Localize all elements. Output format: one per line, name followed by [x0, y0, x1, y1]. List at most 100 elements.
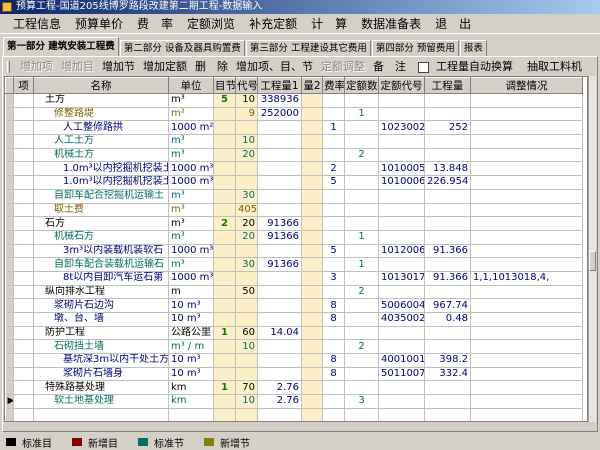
cell-mujie[interactable] [213, 367, 236, 382]
cell-qty[interactable]: 91.366 [424, 271, 471, 286]
cell-item[interactable] [13, 353, 34, 368]
cell-quota-count[interactable]: 2 [344, 285, 379, 300]
tab-1[interactable]: 第二部分 设备及器具购置费 [119, 40, 245, 56]
cell-code[interactable] [235, 353, 258, 368]
cell-code[interactable] [235, 271, 258, 286]
cell-qty[interactable] [424, 216, 471, 231]
menu-item-2[interactable]: 费 率 [130, 15, 180, 33]
cell-rate[interactable]: 5 [322, 244, 345, 259]
column-header-7[interactable]: 费率 [322, 77, 345, 94]
menu-item-3[interactable]: 定额浏览 [180, 15, 242, 33]
cell-item[interactable] [13, 244, 34, 259]
cell-qty2[interactable] [301, 394, 323, 409]
cell-quota-code[interactable] [378, 230, 425, 245]
cell-mujie[interactable] [213, 107, 236, 122]
cell-qty1[interactable] [257, 161, 302, 177]
cell-adjust[interactable] [470, 120, 583, 136]
cell-rate[interactable] [322, 216, 345, 231]
cell-rate[interactable] [322, 134, 345, 149]
cell-qty[interactable] [424, 339, 471, 355]
cell-qty2[interactable] [301, 271, 323, 286]
cell-qty1[interactable] [257, 271, 302, 286]
cell-code[interactable]: 70 [235, 380, 258, 396]
cell-qty1[interactable]: 91366 [257, 216, 302, 231]
cell-unit[interactable]: m³ [168, 203, 214, 218]
cell-rate[interactable]: 8 [322, 367, 345, 382]
cell-qty[interactable] [424, 189, 471, 204]
cell-code[interactable]: 10 [235, 394, 258, 409]
cell-adjust[interactable] [470, 380, 583, 396]
cell-code[interactable]: 10 [235, 339, 258, 355]
menu-item-4[interactable]: 补充定额 [242, 15, 304, 33]
cell-item[interactable] [13, 120, 34, 136]
cell-adjust[interactable] [470, 312, 583, 327]
cell-unit[interactable]: 公路公里 [168, 326, 214, 341]
column-header-4[interactable]: 代号 [235, 77, 258, 94]
cell-mujie[interactable] [213, 203, 236, 218]
cell-quota-code[interactable] [378, 408, 425, 421]
cell-code[interactable]: 60 [235, 326, 258, 341]
cell-qty[interactable] [424, 148, 471, 163]
cell-qty1[interactable] [257, 189, 302, 204]
column-header-0[interactable]: 项 [13, 77, 34, 94]
table-row[interactable]: 石砌挡土墙 m³ / m 10 2 [5, 339, 583, 355]
table-row[interactable]: 机械石方 m³ 20 91366 1 [5, 230, 583, 245]
cell-quota-count[interactable] [344, 326, 379, 341]
cell-quota-code[interactable] [378, 380, 425, 396]
cell-item[interactable] [13, 175, 34, 190]
cell-qty[interactable] [424, 394, 471, 409]
cell-name[interactable]: 8t以内自卸汽车运石第 [33, 271, 169, 286]
cell-quota-code[interactable]: 1013017 [378, 271, 425, 286]
table-row[interactable]: 自卸车配合装载机运输石 m³ 30 91366 1 [5, 257, 583, 272]
cell-qty1[interactable] [257, 175, 302, 190]
tab-0[interactable]: 第一部分 建筑安装工程费 [3, 37, 119, 56]
cell-item[interactable] [13, 367, 34, 382]
cell-adjust[interactable] [470, 161, 583, 177]
cell-qty1[interactable] [257, 408, 302, 421]
cell-mujie[interactable]: 1 [213, 380, 236, 396]
cell-mujie[interactable] [213, 271, 236, 286]
cell-qty[interactable]: 252 [424, 120, 471, 136]
cell-qty1[interactable]: 338936 [257, 93, 302, 108]
cell-unit[interactable]: 10 m³ [168, 298, 214, 313]
cell-name[interactable]: 纵向排水工程 [33, 285, 169, 300]
cell-unit[interactable]: m³ [168, 134, 214, 149]
toolbar-button-1[interactable]: 增加目 [57, 60, 98, 74]
cell-qty2[interactable] [301, 326, 323, 341]
cell-qty1[interactable]: 14.04 [257, 326, 302, 341]
cell-qty[interactable]: 398.2 [424, 353, 471, 368]
table-row[interactable]: 土方 m³ 5 10 338936 [5, 93, 583, 108]
vertical-scrollbar[interactable] [588, 76, 596, 422]
cell-code[interactable]: 9 [235, 107, 258, 122]
cell-quota-code[interactable]: 5011007 [378, 367, 425, 382]
cell-adjust[interactable] [470, 353, 583, 368]
toolbar-button-7[interactable]: 备 注 [369, 60, 410, 74]
cell-quota-code[interactable]: 1012006 [378, 244, 425, 259]
cell-unit[interactable]: m³ [168, 230, 214, 245]
cell-adjust[interactable] [470, 394, 583, 409]
cell-name[interactable]: 软土地基处理 [33, 394, 169, 409]
table-row[interactable]: 1.0m³以内挖掘机挖装土 1000 m³ 5 1010006 226.954 [5, 175, 583, 190]
table-row[interactable]: 纵向排水工程 m 50 2 [5, 285, 583, 300]
cell-quota-code[interactable]: 1023002 [378, 120, 425, 136]
cell-rate[interactable] [322, 189, 345, 204]
cell-code[interactable]: 405 [235, 203, 258, 218]
cell-code[interactable]: 10 [235, 93, 258, 108]
table-row[interactable] [5, 408, 583, 421]
cell-qty[interactable] [424, 408, 471, 421]
cell-item[interactable] [13, 285, 34, 300]
cell-unit[interactable]: 1000 m³ [168, 161, 214, 177]
cell-adjust[interactable] [470, 244, 583, 259]
cell-adjust[interactable] [470, 230, 583, 245]
cell-code[interactable]: 10 [235, 134, 258, 149]
cell-quota-count[interactable] [344, 367, 379, 382]
column-header-5[interactable]: 工程量1 [257, 77, 302, 94]
cell-adjust[interactable] [470, 148, 583, 163]
cell-adjust[interactable] [470, 285, 583, 300]
cell-name[interactable]: 1.0m³以内挖掘机挖装土 [33, 161, 169, 177]
cell-mujie[interactable] [213, 189, 236, 204]
cell-quota-code[interactable] [378, 134, 425, 149]
cell-qty1[interactable]: 252000 [257, 107, 302, 122]
tab-4[interactable]: 报表 [459, 40, 487, 56]
cell-quota-code[interactable] [378, 189, 425, 204]
